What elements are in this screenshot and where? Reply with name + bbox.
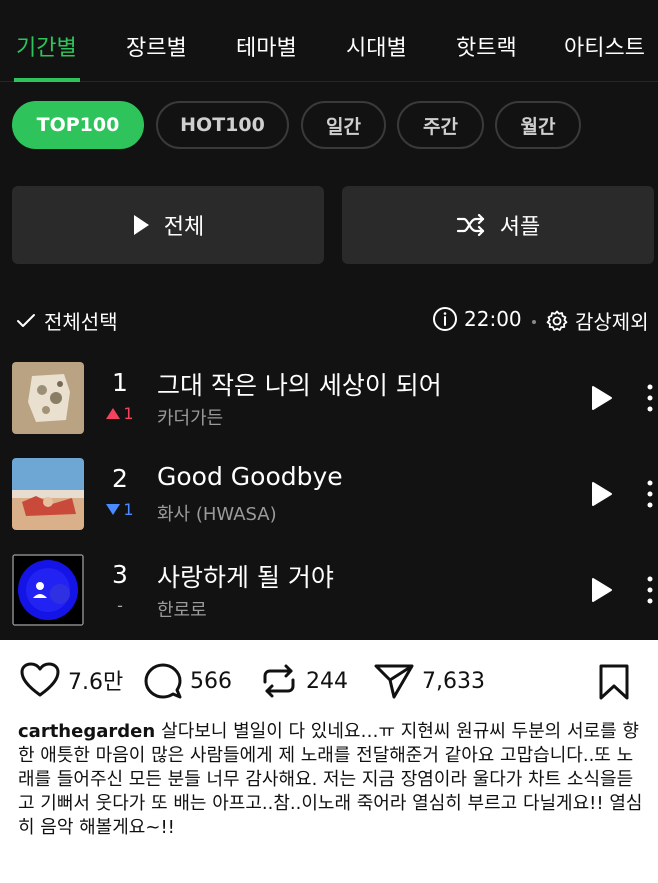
play-icon bbox=[132, 214, 150, 236]
select-all-toggle[interactable]: 전체선택 bbox=[16, 306, 118, 335]
tab-period[interactable]: 기간별 bbox=[16, 30, 77, 62]
play-all-label: 전체 bbox=[163, 215, 205, 240]
more-options-button[interactable] bbox=[642, 574, 658, 606]
gear-icon bbox=[545, 309, 569, 333]
artist-name[interactable]: 카더가든 bbox=[157, 404, 223, 430]
list-header: 전체선택 22:00 감상제외 bbox=[0, 304, 658, 338]
repost-button[interactable]: 244 bbox=[260, 662, 348, 700]
filter-daily[interactable]: 일간 bbox=[301, 101, 386, 149]
rank-change-value: - bbox=[117, 596, 123, 615]
rank-change-value: 1 bbox=[123, 500, 134, 519]
heart-icon bbox=[20, 662, 60, 698]
comment-button[interactable]: 566 bbox=[144, 662, 232, 700]
play-button[interactable] bbox=[590, 576, 614, 604]
rank-change: 1 bbox=[88, 500, 152, 519]
rank-change: - bbox=[88, 596, 152, 615]
shuffle-icon bbox=[456, 214, 486, 236]
chart-update-time: 22:00 bbox=[432, 306, 522, 332]
tab-genre[interactable]: 장르별 bbox=[126, 30, 187, 62]
repost-icon bbox=[260, 662, 298, 700]
chart-tab-bar: 기간별 장르별 테마별 시대별 핫트랙 아티스트 bbox=[0, 0, 658, 82]
play-all-button[interactable]: 전체 bbox=[12, 186, 324, 264]
artist-name[interactable]: 한로로 bbox=[157, 596, 207, 622]
repost-count: 244 bbox=[306, 668, 348, 694]
rank-change-value: 1 bbox=[123, 404, 134, 423]
filter-top100[interactable]: TOP100 bbox=[12, 101, 144, 149]
share-count: 7,633 bbox=[422, 668, 485, 694]
exclude-label: 감상제외 bbox=[575, 310, 649, 334]
update-time-label: 22:00 bbox=[464, 307, 522, 331]
rank-number: 2 bbox=[112, 464, 128, 493]
like-button[interactable]: 7.6만 bbox=[20, 662, 123, 698]
like-count: 7.6만 bbox=[68, 670, 124, 695]
tab-theme[interactable]: 테마별 bbox=[236, 30, 297, 62]
select-all-label: 전체선택 bbox=[44, 310, 118, 334]
save-button[interactable] bbox=[598, 664, 630, 704]
filter-hot100[interactable]: HOT100 bbox=[156, 101, 289, 149]
comment-count: 566 bbox=[190, 668, 232, 694]
shuffle-label: 셔플 bbox=[499, 215, 541, 240]
rank-change: 1 bbox=[88, 404, 152, 423]
tab-era[interactable]: 시대별 bbox=[346, 30, 407, 62]
rank-number: 3 bbox=[112, 560, 128, 589]
artist-name[interactable]: 화사 (HWASA) bbox=[157, 500, 277, 526]
filter-weekly[interactable]: 주간 bbox=[397, 101, 484, 149]
chart-row[interactable]: 2 1 Good Goodbye 화사 (HWASA) bbox=[0, 458, 658, 554]
more-options-button[interactable] bbox=[642, 382, 658, 414]
info-icon[interactable] bbox=[432, 306, 458, 332]
play-button[interactable] bbox=[590, 480, 614, 508]
song-title[interactable]: 그대 작은 나의 세상이 되어 bbox=[157, 366, 442, 402]
tab-hottrack[interactable]: 핫트랙 bbox=[456, 30, 517, 62]
arrow-down-icon bbox=[106, 500, 121, 519]
shuffle-button[interactable]: 셔플 bbox=[342, 186, 654, 264]
share-button[interactable]: 7,633 bbox=[374, 662, 485, 700]
song-title[interactable]: 사랑하게 될 거야 bbox=[157, 558, 334, 594]
filter-monthly[interactable]: 월간 bbox=[495, 101, 581, 149]
more-options-button[interactable] bbox=[642, 478, 658, 510]
chart-app: 기간별 장르별 테마별 시대별 핫트랙 아티스트 TOP100 HOT100 일… bbox=[0, 0, 658, 640]
separator-dot bbox=[532, 320, 536, 324]
chart-row[interactable]: 1 1 그대 작은 나의 세상이 되어 카더가든 bbox=[0, 362, 658, 458]
bookmark-icon bbox=[598, 664, 630, 704]
chart-row[interactable]: 3 - 사랑하게 될 거야 한로로 bbox=[0, 554, 658, 640]
send-icon bbox=[374, 662, 414, 700]
play-button[interactable] bbox=[590, 384, 614, 412]
instagram-post-footer: 7.6만 566 244 7,633 carthegarden 살다보니 별일이… bbox=[0, 640, 658, 883]
active-tab-indicator bbox=[14, 78, 80, 82]
post-caption: carthegarden 살다보니 별일이 다 있네요…ㅠ 지현씨 원규씨 두분의… bbox=[18, 720, 646, 840]
rank-number: 1 bbox=[112, 368, 128, 397]
check-icon bbox=[16, 313, 36, 329]
album-art[interactable] bbox=[12, 554, 84, 626]
album-art[interactable] bbox=[12, 362, 84, 434]
arrow-up-icon bbox=[106, 404, 121, 423]
post-username[interactable]: carthegarden bbox=[18, 721, 155, 742]
album-art[interactable] bbox=[12, 458, 84, 530]
song-title[interactable]: Good Goodbye bbox=[157, 462, 343, 491]
tab-artist[interactable]: 아티스트 bbox=[564, 30, 645, 62]
comment-icon bbox=[144, 662, 182, 700]
exclude-settings-button[interactable]: 감상제외 bbox=[545, 306, 649, 335]
